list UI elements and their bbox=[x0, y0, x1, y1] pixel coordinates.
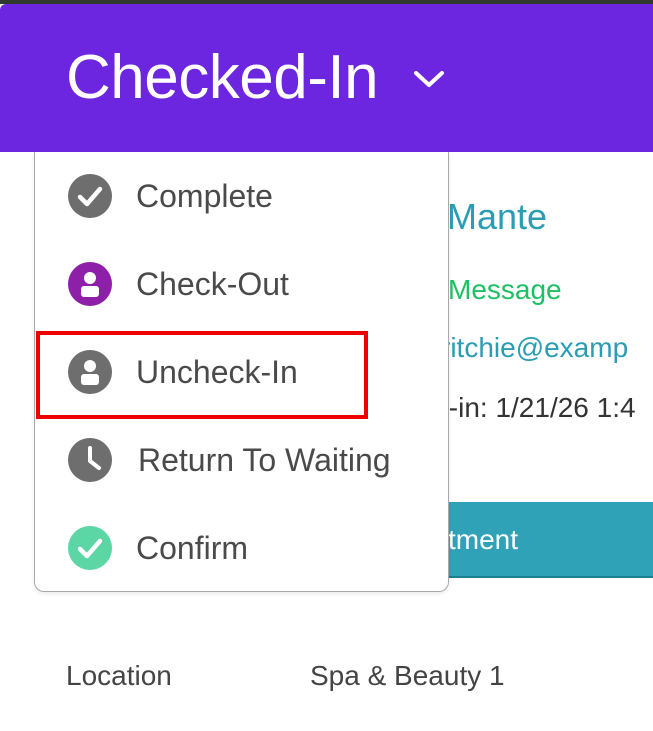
client-name[interactable]: Mante bbox=[447, 196, 547, 238]
message-link[interactable]: Message bbox=[448, 274, 562, 306]
menu-item-check-out[interactable]: Check-Out bbox=[35, 240, 448, 328]
status-label: Checked-In bbox=[66, 43, 379, 112]
detail-label-location: Location bbox=[66, 660, 172, 691]
check-circle-icon bbox=[68, 526, 112, 570]
email-link[interactable]: ritchie@examp bbox=[441, 332, 628, 364]
menu-item-label: Uncheck-In bbox=[136, 353, 298, 390]
appointment-button[interactable]: tment bbox=[420, 502, 653, 578]
chevron-down-icon bbox=[412, 68, 446, 95]
menu-item-complete[interactable]: Complete bbox=[35, 152, 448, 240]
clock-icon bbox=[68, 438, 112, 482]
status-dropdown-menu: Complete Check-Out Uncheck-In Return To … bbox=[34, 152, 449, 592]
person-circle-icon bbox=[68, 350, 112, 394]
menu-item-label: Confirm bbox=[136, 529, 249, 566]
checkin-time: t-in: 1/21/26 1:4 bbox=[441, 392, 636, 423]
menu-item-return-to-waiting[interactable]: Return To Waiting bbox=[35, 416, 448, 504]
check-circle-icon bbox=[68, 174, 112, 218]
menu-item-confirm[interactable]: Confirm bbox=[35, 504, 448, 592]
person-circle-icon bbox=[68, 262, 112, 306]
menu-item-label: Check-Out bbox=[136, 265, 289, 302]
menu-item-label: Return To Waiting bbox=[138, 441, 391, 478]
status-dropdown-toggle[interactable]: Checked-In bbox=[0, 4, 653, 152]
menu-item-uncheck-in[interactable]: Uncheck-In bbox=[35, 328, 448, 416]
menu-item-label: Complete bbox=[136, 177, 273, 214]
detail-value-location: Spa & Beauty 1 bbox=[310, 660, 505, 691]
